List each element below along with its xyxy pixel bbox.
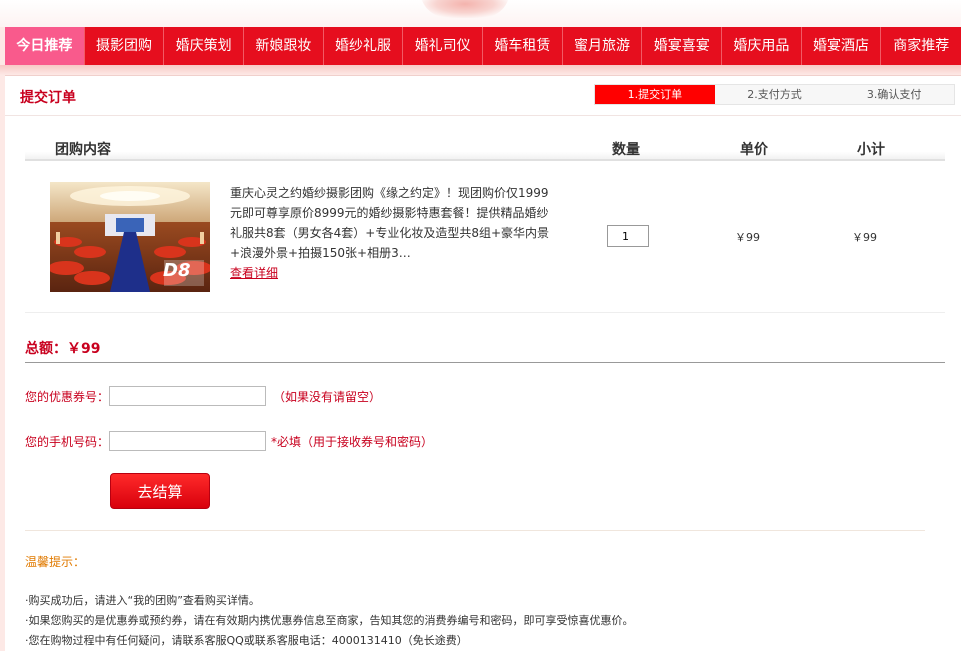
- product-description: 重庆心灵之约婚纱摄影团购《缘之约定》！现团购价仅1999元即可尊享原价8999元…: [230, 183, 560, 283]
- order-steps: 1.提交订单 2.支付方式 3.确认支付: [594, 84, 955, 105]
- step-payment-method: 2.支付方式: [747, 88, 802, 101]
- tips-list: ·购买成功后，请进入“我的团购”查看购买详情。 ·如果您购买的是优惠券或预约券，…: [25, 591, 945, 651]
- quantity-input[interactable]: [607, 225, 649, 247]
- phone-hint: *必填（用于接收券号和密码）: [271, 435, 434, 449]
- subtotal-value: ￥99: [852, 231, 877, 244]
- nav-item-car[interactable]: 婚车租赁: [483, 27, 563, 65]
- top-banner: [0, 0, 961, 27]
- product-description-text: 重庆心灵之约婚纱摄影团购《缘之约定》！现团购价仅1999元即可尊享原价8999元…: [230, 186, 550, 260]
- step-confirm-payment: 3.确认支付: [866, 88, 922, 101]
- order-panel: 提交订单 1.提交订单 2.支付方式 3.确认支付 团购内容 数量 单价 小计: [5, 75, 961, 651]
- tip-item: ·您在购物过程中有任何疑问，请联系客服QQ或联系客服电话：4000131410（…: [25, 634, 468, 647]
- nav-item-dress[interactable]: 婚纱礼服: [324, 27, 404, 65]
- nav-item-merchants[interactable]: 商家推荐: [881, 27, 961, 65]
- phone-input[interactable]: [109, 431, 266, 451]
- header-subtotal: 小计: [857, 142, 885, 158]
- nav-item-makeup[interactable]: 新娘跟妆: [244, 27, 324, 65]
- nav-item-planning[interactable]: 婚庆策划: [164, 27, 245, 65]
- main-nav: 今日推荐 摄影团购 婚庆策划 新娘跟妆 婚纱礼服 婚礼司仪 婚车租赁 蜜月旅游 …: [5, 27, 961, 65]
- nav-item-photo[interactable]: 摄影团购: [85, 27, 165, 65]
- tip-item: ·购买成功后，请进入“我的团购”查看购买详情。: [25, 594, 260, 607]
- table-row: D8 重庆心灵之约婚纱摄影团购《缘之约定》！现团购价仅1999元即可尊享原价89…: [25, 163, 945, 313]
- nav-item-host[interactable]: 婚礼司仪: [403, 27, 484, 65]
- unit-price-value: ￥99: [735, 231, 760, 244]
- coupon-input[interactable]: [109, 386, 266, 406]
- header-content: 团购内容: [55, 142, 111, 158]
- view-details-link[interactable]: 查看详细: [230, 266, 278, 280]
- section-divider: [25, 530, 925, 531]
- top-ornament: [420, 0, 510, 18]
- coupon-hint: （如果没有请留空）: [273, 390, 382, 404]
- nav-item-honeymoon[interactable]: 蜜月旅游: [563, 27, 643, 65]
- order-total: 总额：￥99: [25, 341, 101, 357]
- product-image[interactable]: D8: [50, 182, 210, 292]
- header-quantity: 数量: [612, 142, 640, 158]
- nav-item-supplies[interactable]: 婚庆用品: [722, 27, 802, 65]
- tips-title: 温馨提示：: [25, 555, 86, 569]
- panel-header: 提交订单 1.提交订单 2.支付方式 3.确认支付: [5, 76, 961, 116]
- nav-item-hotel[interactable]: 婚宴酒店: [802, 27, 882, 65]
- header-unit-price: 单价: [740, 142, 768, 158]
- total-divider: [25, 362, 945, 363]
- phone-label: 您的手机号码：: [25, 435, 110, 449]
- step-submit-order: 1.提交订单: [595, 85, 715, 104]
- checkout-button[interactable]: 去结算: [110, 473, 210, 509]
- nav-shadow: [0, 65, 961, 75]
- coupon-label: 您的优惠券号：: [25, 390, 110, 404]
- tip-item: ·如果您购买的是优惠券或预约券，请在有效期内携优惠券信息至商家，告知其您的消费券…: [25, 614, 634, 627]
- image-watermark: D8: [163, 260, 191, 281]
- table-header: 团购内容 数量 单价 小计: [25, 134, 945, 161]
- nav-item-today[interactable]: 今日推荐: [5, 27, 85, 65]
- page-title: 提交订单: [20, 90, 76, 106]
- nav-item-banquet[interactable]: 婚宴喜宴: [642, 27, 723, 65]
